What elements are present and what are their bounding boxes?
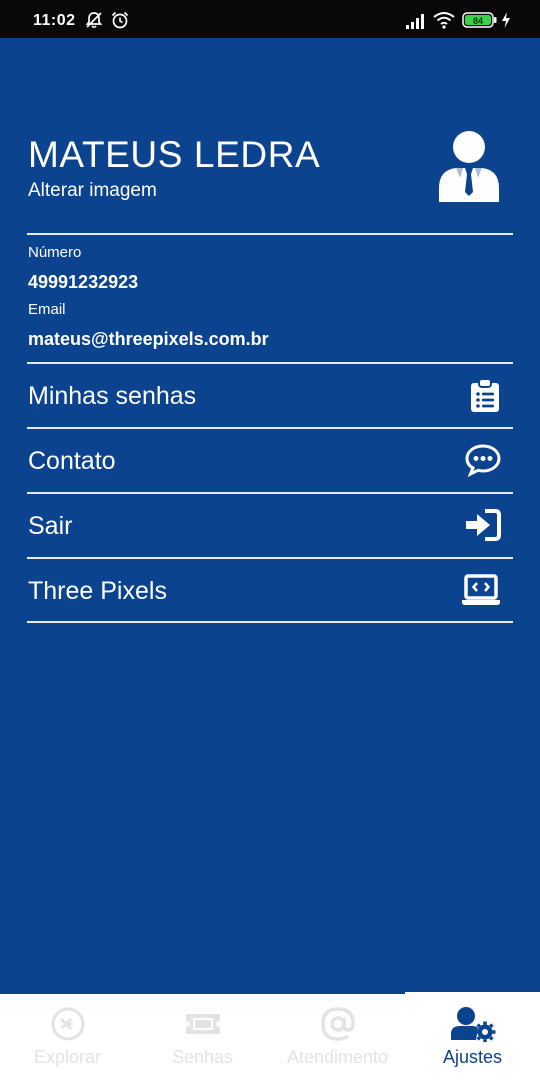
tab-label: Senhas [171, 1047, 234, 1067]
comment-dots-icon [465, 444, 501, 477]
clipboard-list-icon [471, 378, 499, 412]
ticket-icon [185, 1014, 220, 1034]
menu-item-label: Three Pixels [28, 577, 167, 605]
satellite-icon [51, 1007, 84, 1041]
battery-icon: 84 [462, 12, 497, 28]
menu-item-label: Sair [28, 512, 73, 540]
wifi-icon [433, 12, 455, 29]
alarm-icon [111, 11, 129, 29]
divider [27, 233, 513, 235]
menu-item-label: Minhas senhas [28, 382, 197, 410]
tab-settings[interactable]: Ajustes [405, 992, 540, 1080]
status-bar: 11:02 84 [0, 0, 540, 38]
signal-icon [406, 14, 424, 29]
status-time: 11:02 [33, 12, 76, 29]
tab-label: Explorar [33, 1047, 102, 1067]
battery-level: 84 [473, 16, 483, 26]
user-cog-icon [450, 1007, 495, 1042]
laptop-code-icon [462, 574, 500, 605]
tab-tickets[interactable]: Senhas [135, 992, 270, 1080]
number-value: 49991232923 [28, 272, 139, 292]
tab-explore[interactable]: Explorar [0, 992, 135, 1080]
charging-icon [502, 12, 510, 28]
settings-screen: MATEUS LEDRA Alterar imagem Número 49991… [0, 38, 540, 992]
change-image-link[interactable]: Alterar imagem [28, 180, 157, 202]
number-label: Número [28, 244, 82, 261]
email-value: mateus@threepixels.com.br [28, 329, 269, 349]
notifications-off-icon [85, 12, 103, 29]
menu-item-contact[interactable]: Contato [27, 429, 513, 492]
user-tie-icon[interactable] [434, 130, 504, 202]
tab-label: Ajustes [442, 1047, 503, 1067]
bottom-tab-bar: Explorar Senhas Atendimento Ajustes [0, 992, 540, 1080]
sign-in-icon [466, 509, 501, 541]
email-label: Email [28, 301, 66, 318]
menu-item-label: Contato [28, 447, 116, 475]
tab-label: Atendimento [286, 1047, 389, 1067]
menu-item-three-pixels[interactable]: Three Pixels [27, 559, 513, 622]
menu-item-logout[interactable]: Sair [27, 494, 513, 557]
at-icon [320, 1007, 355, 1041]
menu-item-my-tickets[interactable]: Minhas senhas [27, 364, 513, 427]
tab-support[interactable]: Atendimento [270, 992, 405, 1080]
divider [27, 621, 513, 623]
profile-name: MATEUS LEDRA [28, 134, 321, 175]
